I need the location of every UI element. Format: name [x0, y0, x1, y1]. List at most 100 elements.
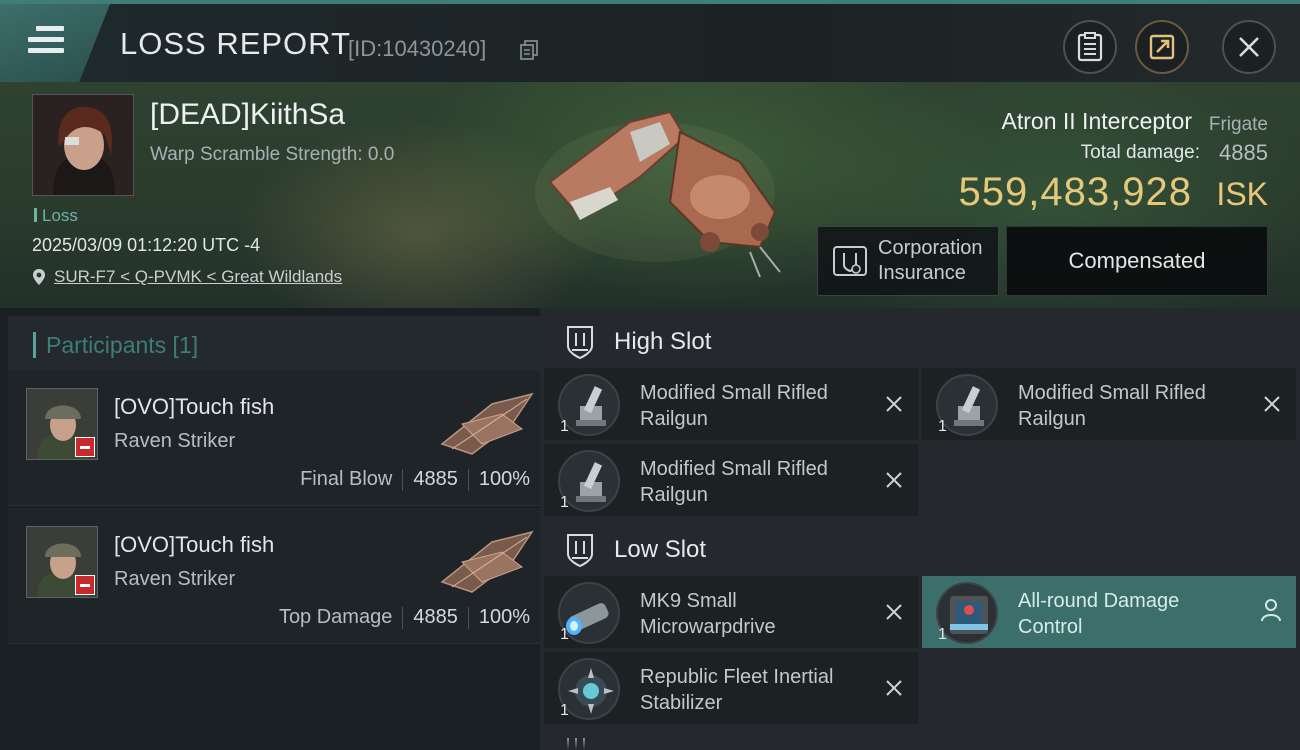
isk-value: 559,483,928 [958, 170, 1192, 214]
destroyed-x-icon [886, 396, 902, 412]
participant-damage: 4885 [413, 606, 458, 628]
participant-stats: Final Blow 4885 100% [300, 468, 530, 491]
module-name-line-1: MK9 Small [640, 590, 737, 612]
location-text: SUR-F7 < Q-PVMK < Great Wildlands [54, 267, 343, 286]
destroyed-x-icon [886, 472, 902, 488]
isk-unit: ISK [1216, 176, 1268, 212]
module-name-line-1: Republic Fleet Inertial [640, 666, 834, 688]
module-name: Modified Small Rifled Railgun [640, 380, 870, 432]
stats-divider [402, 606, 404, 629]
module-quantity: 1 [560, 418, 569, 435]
corporation-insurance-button[interactable]: Corporation Insurance [817, 226, 999, 296]
module-name: All-round Damage Control [1018, 588, 1248, 640]
module-name-line-1: Modified Small Rifled [640, 458, 828, 480]
report-type-tag: Loss [34, 206, 78, 226]
module-name: MK9 Small Microwarpdrive [640, 588, 870, 640]
participant-row[interactable]: [OVO]Touch fish Raven Striker Final Blow… [8, 370, 540, 506]
module-item[interactable]: 1 Modified Small Rifled Railgun [544, 444, 918, 516]
module-item[interactable]: 1 MK9 Small Microwarpdrive [544, 576, 918, 648]
kill-timestamp: 2025/03/09 01:12:20 UTC -4 [32, 235, 261, 255]
module-name-line-1: All-round Damage [1018, 590, 1180, 612]
participant-blow-label: Top Damage [278, 606, 393, 628]
report-id: [ID:10430240] [348, 36, 487, 61]
copy-icon[interactable] [520, 40, 538, 60]
ship-render-image [535, 110, 781, 278]
insurance-label-line-2: Insurance [878, 262, 966, 284]
menu-button[interactable] [0, 4, 110, 82]
page-title: LOSS REPORT [120, 26, 351, 61]
close-icon [1239, 37, 1259, 57]
participant-blow-label: Final Blow [300, 468, 393, 490]
scroll-fade [540, 730, 1300, 750]
module-name: Republic Fleet Inertial Stabilizer [640, 664, 870, 716]
module-quantity: 1 [560, 494, 569, 511]
ship-class: Frigate [1208, 114, 1268, 135]
victim-name[interactable]: [DEAD]KiithSa [150, 98, 345, 132]
close-button[interactable] [1222, 20, 1276, 74]
notes-button[interactable] [1063, 20, 1117, 74]
hamburger-menu-icon [28, 26, 64, 56]
participant-ship-image [440, 392, 534, 455]
title-bar: LOSS REPORT [ID:10430240] [0, 0, 1300, 82]
participant-percent: 100% [478, 468, 530, 490]
module-item-selected[interactable]: 1 All-round Damage Control [922, 576, 1296, 648]
ship-name[interactable]: Atron II Interceptor [1002, 108, 1192, 135]
module-item[interactable]: 1 Republic Fleet Inertial Stabilizer [544, 652, 918, 724]
insurance-label-line-1: Corporation [878, 237, 983, 259]
location-pin-icon [33, 269, 45, 285]
participants-panel: Participants [1] [OVO]Touch fish Raven S… [0, 308, 540, 750]
module-name-line-1: Modified Small Rifled [640, 382, 828, 404]
participant-name: [OVO]Touch fish [114, 532, 275, 557]
participant-percent: 100% [478, 606, 530, 628]
participant-ship-image [440, 530, 534, 593]
total-damage-label: Total damage: [1080, 142, 1200, 163]
insurance-label: Corporation Insurance [878, 236, 983, 286]
destroyed-x-icon [886, 680, 902, 696]
location-link[interactable]: SUR-F7 < Q-PVMK < Great Wildlands [32, 267, 342, 287]
hostile-badge-icon [75, 575, 95, 595]
fitting-panel: High Slot 1 Modified Small Rifled Railgu… [540, 308, 1300, 750]
destroyed-x-icon [1264, 396, 1280, 412]
high-slot-label: High Slot [614, 328, 712, 355]
participant-name: [OVO]Touch fish [114, 394, 275, 419]
participant-stats: Top Damage 4885 100% [279, 606, 530, 629]
low-slot-icon [567, 534, 593, 568]
notes-icon [1077, 32, 1103, 62]
module-name-line-2: Stabilizer [640, 692, 723, 714]
module-quantity: 1 [938, 626, 947, 643]
participant-damage: 4885 [413, 468, 458, 490]
participant-row[interactable]: [OVO]Touch fish Raven Striker Top Damage… [8, 508, 540, 644]
module-name-line-2: Control [1018, 616, 1083, 638]
high-slot-header: High Slot [540, 310, 1300, 374]
share-icon [1149, 34, 1175, 60]
destroyed-x-icon [886, 604, 902, 620]
victim-portrait[interactable] [32, 94, 134, 196]
module-item[interactable]: 1 Modified Small Rifled Railgun [922, 368, 1296, 440]
low-slot-label: Low Slot [614, 536, 707, 563]
module-name: Modified Small Rifled Railgun [640, 456, 870, 508]
victim-summary: [DEAD]KiithSa Warp Scramble Strength: 0.… [0, 82, 1300, 308]
stats-divider [467, 606, 469, 629]
warp-scramble-strength: Warp Scramble Strength: 0.0 [150, 144, 395, 165]
participant-avatar[interactable] [26, 388, 98, 460]
module-name: Modified Small Rifled Railgun [1018, 380, 1248, 432]
module-quantity: 1 [560, 702, 569, 719]
module-name-line-2: Railgun [640, 408, 708, 430]
stats-divider [402, 468, 404, 491]
low-slot-header: Low Slot [540, 518, 1300, 582]
module-item[interactable]: 1 Modified Small Rifled Railgun [544, 368, 918, 440]
module-quantity: 1 [938, 418, 947, 435]
total-damage-value: 4885 [1219, 140, 1268, 165]
participant-avatar[interactable] [26, 526, 98, 598]
high-slot-icon [567, 326, 593, 360]
hostile-badge-icon [75, 437, 95, 457]
share-button[interactable] [1135, 20, 1189, 74]
dropped-item-person-icon [1261, 599, 1281, 622]
participant-ship: Raven Striker [114, 568, 236, 590]
insurance-icon [833, 246, 867, 276]
compensation-status: Compensated [1006, 226, 1268, 296]
pilot-avatar-image [33, 95, 133, 195]
module-name-line-2: Microwarpdrive [640, 616, 776, 638]
module-name-line-2: Railgun [1018, 408, 1086, 430]
participants-header: Participants [1] [8, 316, 540, 374]
